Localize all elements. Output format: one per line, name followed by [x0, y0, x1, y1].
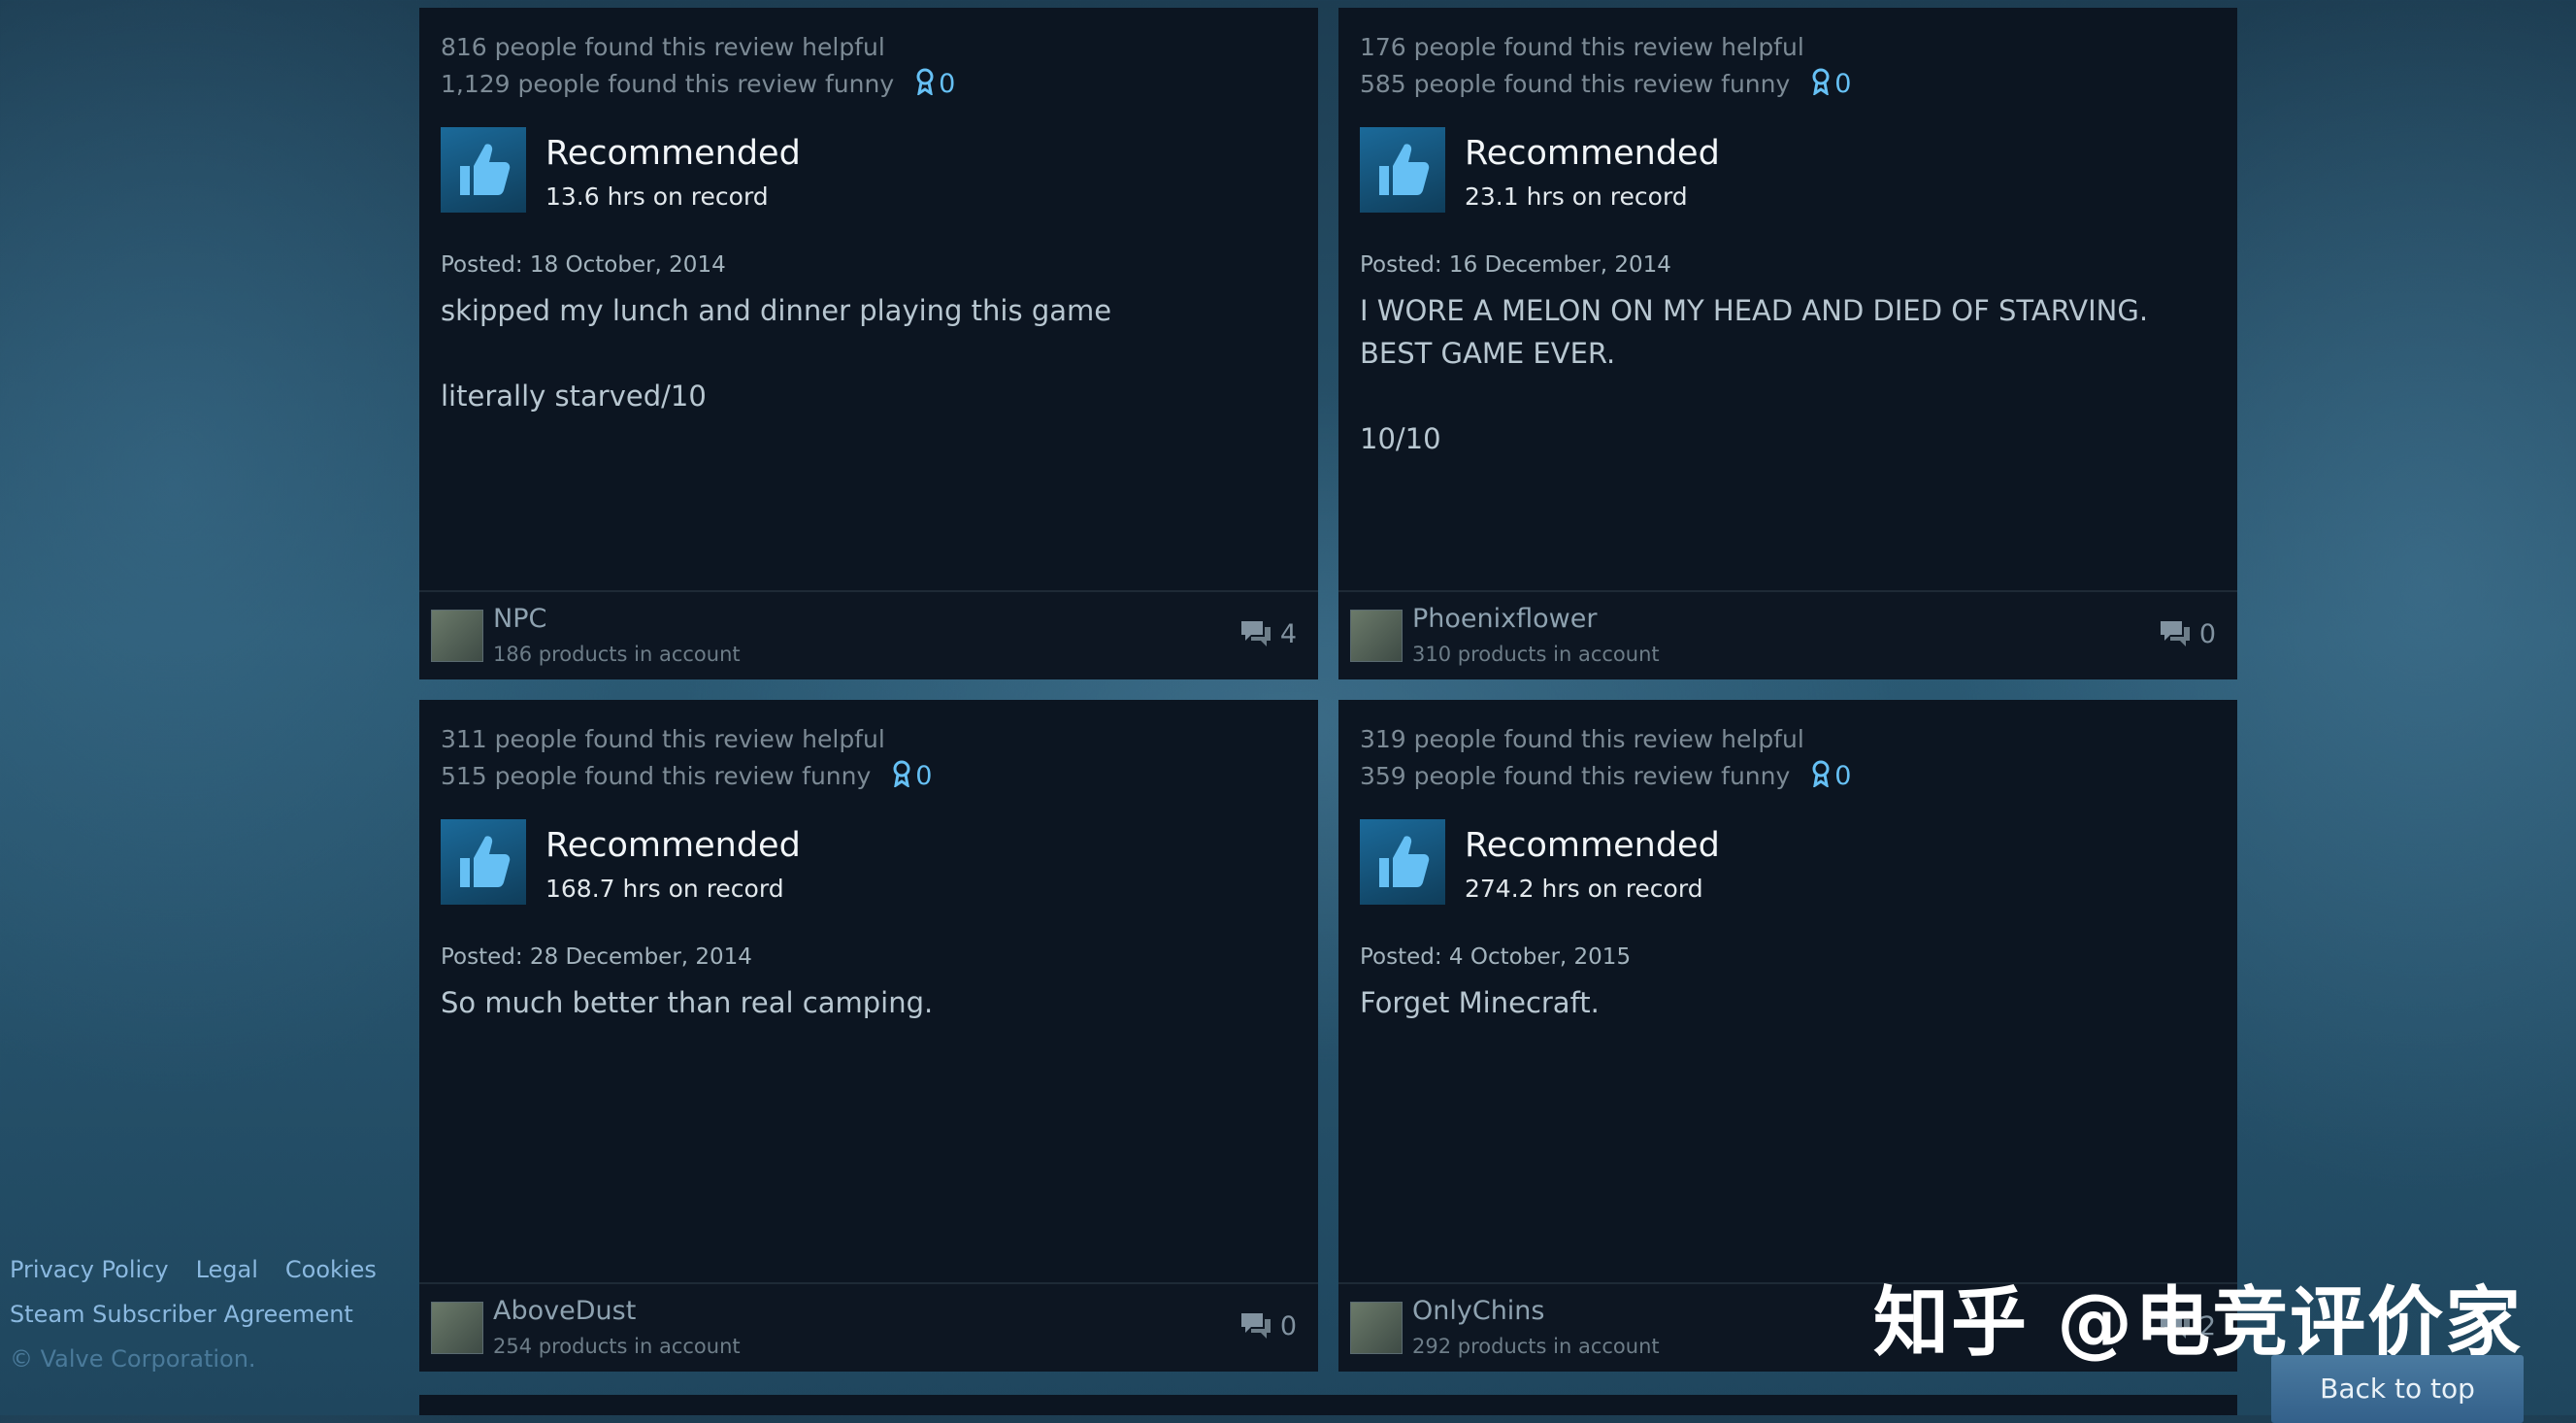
award-count[interactable]: 0 — [1811, 760, 1851, 791]
posted-date: Posted: 16 December, 2014 — [1360, 252, 1671, 278]
review-votes: 816 people found this review helpful 1,1… — [441, 29, 955, 103]
hours-on-record: 23.1 hrs on record — [1465, 182, 1688, 211]
author-products: 310 products in account — [1412, 643, 1660, 666]
cookies-link[interactable]: Cookies — [285, 1256, 377, 1283]
award-icon — [893, 760, 910, 789]
review-card[interactable]: 311 people found this review helpful 515… — [419, 700, 1318, 1372]
author-name[interactable]: NPC — [493, 604, 546, 634]
helpful-count: 816 people found this review helpful — [441, 33, 885, 61]
reviews-grid: 816 people found this review helpful 1,1… — [419, 8, 2237, 1415]
award-count[interactable]: 0 — [1811, 68, 1851, 99]
author-products: 186 products in account — [493, 643, 741, 666]
legal-link[interactable]: Legal — [196, 1256, 258, 1283]
review-text: So much better than real camping. — [441, 986, 934, 1019]
award-icon — [1812, 760, 1830, 789]
award-icon — [1812, 68, 1830, 97]
posted-date: Posted: 4 October, 2015 — [1360, 944, 1632, 970]
review-text: I WORE A MELON ON MY HEAD AND DIED OF ST… — [1360, 294, 2149, 455]
privacy-policy-link[interactable]: Privacy Policy — [10, 1256, 169, 1283]
funny-count: 515 people found this review funny — [441, 762, 872, 790]
posted-date: Posted: 18 October, 2014 — [441, 252, 726, 278]
review-votes: 176 people found this review helpful 585… — [1360, 29, 1851, 103]
review-votes: 319 people found this review helpful 359… — [1360, 721, 1851, 795]
funny-count: 585 people found this review funny — [1360, 70, 1791, 98]
verdict-title[interactable]: Recommended — [1465, 826, 1720, 865]
hours-on-record: 13.6 hrs on record — [545, 182, 769, 211]
avatar[interactable] — [1350, 1302, 1403, 1354]
back-to-top-button[interactable]: Back to top — [2271, 1355, 2524, 1423]
comment-icon — [2160, 621, 2190, 646]
comment-icon — [1240, 1313, 1271, 1339]
award-count[interactable]: 0 — [915, 68, 955, 99]
thumbs-up-icon[interactable] — [441, 819, 526, 905]
verdict-title[interactable]: Recommended — [1465, 134, 1720, 173]
review-author-bar[interactable]: NPC 186 products in account 4 — [419, 590, 1318, 679]
copyright: © Valve Corporation. — [10, 1345, 256, 1373]
review-text: skipped my lunch and dinner playing this… — [441, 294, 1112, 413]
author-name[interactable]: Phoenixflower — [1412, 604, 1597, 634]
site-footer: Privacy Policy Legal Cookies Steam Subscri… — [10, 1247, 404, 1381]
review-text: Forget Minecraft. — [1360, 986, 1600, 1019]
review-card[interactable]: 816 people found this review helpful 1,1… — [419, 8, 1318, 679]
review-author-bar[interactable]: Phoenixflower 310 products in account 0 — [1338, 590, 2237, 679]
comment-icon — [1240, 621, 1271, 646]
review-card[interactable]: 176 people found this review helpful 585… — [1338, 8, 2237, 679]
comment-count[interactable]: 0 — [2159, 619, 2216, 649]
award-icon — [916, 68, 934, 97]
review-votes: 311 people found this review helpful 515… — [441, 721, 932, 795]
hours-on-record: 168.7 hrs on record — [545, 875, 784, 903]
author-products: 292 products in account — [1412, 1335, 1660, 1358]
avatar[interactable] — [431, 1302, 483, 1354]
hours-on-record: 274.2 hrs on record — [1465, 875, 1703, 903]
funny-count: 359 people found this review funny — [1360, 762, 1791, 790]
author-name[interactable]: OnlyChins — [1412, 1296, 1545, 1326]
award-count[interactable]: 0 — [892, 760, 932, 791]
thumbs-up-icon[interactable] — [1360, 127, 1445, 213]
helpful-count: 311 people found this review helpful — [441, 725, 885, 753]
thumbs-up-icon[interactable] — [1360, 819, 1445, 905]
comment-count[interactable]: 0 — [1239, 1311, 1297, 1341]
verdict-title[interactable]: Recommended — [545, 826, 801, 865]
verdict-title[interactable]: Recommended — [545, 134, 801, 173]
helpful-count: 319 people found this review helpful — [1360, 725, 1804, 753]
posted-date: Posted: 28 December, 2014 — [441, 944, 752, 970]
review-author-bar[interactable]: AboveDust 254 products in account 0 — [419, 1282, 1318, 1372]
thumbs-up-icon[interactable] — [441, 127, 526, 213]
avatar[interactable] — [431, 610, 483, 662]
next-review-card-edge — [419, 1395, 2237, 1415]
helpful-count: 176 people found this review helpful — [1360, 33, 1804, 61]
avatar[interactable] — [1350, 610, 1403, 662]
subscriber-agreement-link[interactable]: Steam Subscriber Agreement — [10, 1301, 353, 1328]
author-products: 254 products in account — [493, 1335, 741, 1358]
author-name[interactable]: AboveDust — [493, 1296, 636, 1326]
comment-count[interactable]: 4 — [1239, 619, 1297, 649]
funny-count: 1,129 people found this review funny — [441, 70, 895, 98]
